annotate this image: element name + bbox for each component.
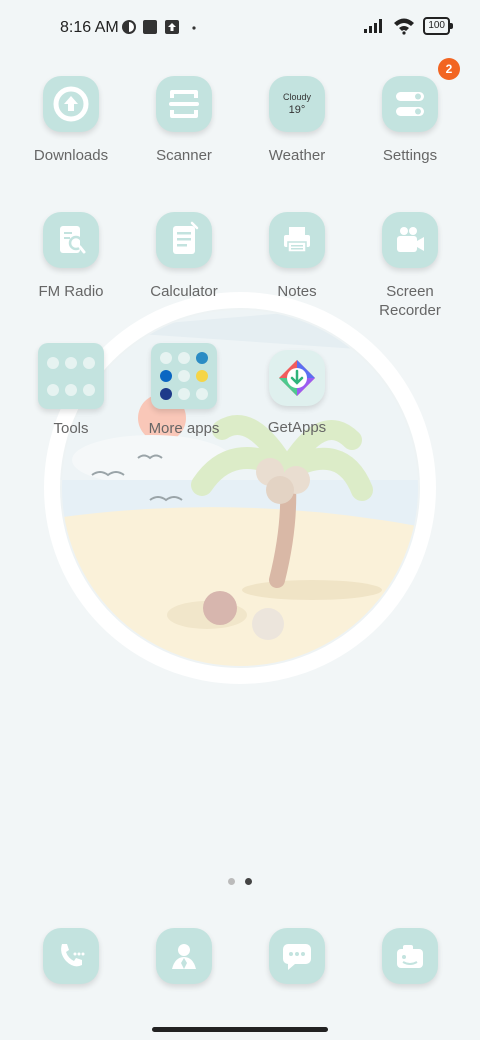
battery-icon: 100 [423, 17, 453, 35]
signal-icon [364, 19, 383, 33]
app-label: Downloads [33, 147, 109, 164]
radio-icon [43, 212, 99, 268]
app-label: Tools [53, 420, 89, 437]
scanner-icon [156, 76, 212, 132]
page-dot[interactable] [228, 878, 235, 885]
system-status: 100 [363, 17, 453, 35]
weather-icon: Cloudy 19° [269, 76, 325, 132]
contacts-icon [172, 944, 196, 969]
page-indicator [0, 878, 480, 885]
app-calculator[interactable]: Calculator [128, 212, 240, 301]
app-downloads[interactable]: Downloads [15, 76, 127, 165]
app-label: Calculator [150, 283, 218, 300]
video-camera-icon [382, 212, 438, 268]
square-app-icon [143, 20, 157, 34]
app-label: Screen Recorder [379, 283, 441, 319]
messages-icon [283, 944, 311, 970]
dock-camera[interactable] [382, 928, 438, 984]
weather-temperature: 19° [288, 104, 306, 116]
app-getapps[interactable]: GetApps [241, 350, 353, 437]
theme-icon [122, 20, 136, 34]
dock-phone[interactable] [43, 928, 99, 984]
status-bar: 8:16 AM 100 [0, 0, 480, 56]
upload-icon [165, 20, 179, 34]
settings-icon [382, 76, 438, 132]
app-weather[interactable]: Cloudy 19° Weather [241, 76, 353, 165]
home-indicator[interactable] [152, 1027, 328, 1032]
app-label: Settings [382, 147, 438, 164]
app-label: GetApps [267, 419, 327, 436]
notes-icon [269, 212, 325, 268]
download-icon [43, 76, 99, 132]
app-settings[interactable]: 2 Settings [354, 58, 466, 165]
dock-messages[interactable] [269, 928, 325, 984]
app-label: More apps [148, 420, 220, 437]
page-dot-active[interactable] [245, 878, 252, 885]
folder-icon [38, 343, 104, 409]
notification-badge: 2 [438, 58, 460, 80]
folder-tools[interactable]: Tools [15, 343, 127, 438]
camera-icon [397, 945, 423, 968]
wifi-icon [394, 18, 415, 35]
status-time: 8:16 AM [60, 19, 119, 36]
app-label: Notes [277, 283, 317, 300]
calculator-icon [156, 212, 212, 268]
dot-icon [192, 26, 196, 30]
app-label: Scanner [156, 147, 212, 164]
app-screen-recorder[interactable]: Screen Recorder [354, 212, 466, 320]
phone-icon [61, 944, 85, 967]
app-label: Weather [268, 147, 326, 164]
app-label: FM Radio [38, 283, 104, 300]
app-fm-radio[interactable]: FM Radio [15, 212, 127, 301]
getapps-icon [269, 350, 325, 406]
app-notes[interactable]: Notes [241, 212, 353, 301]
dock-contacts[interactable] [156, 928, 212, 984]
folder-more-apps[interactable]: More apps [128, 343, 240, 438]
folder-icon [151, 343, 217, 409]
app-scanner[interactable]: Scanner [128, 76, 240, 165]
weather-condition: Cloudy [282, 92, 311, 102]
